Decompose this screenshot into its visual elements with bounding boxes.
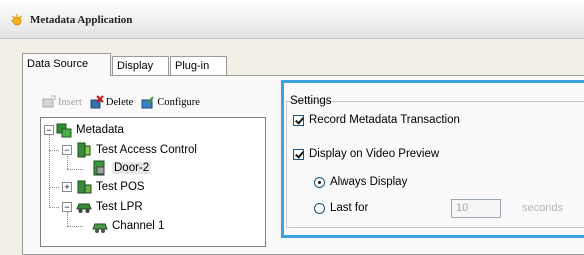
tree-node-label: Door-2 [112,162,152,174]
last-for-seconds-input[interactable]: 10 [451,199,501,218]
tree-node-test-lpr[interactable]: Test LPR [76,199,143,215]
checkbox-box[interactable] [293,114,304,126]
pos-icon [77,180,92,194]
collapse-toggle[interactable]: − [62,202,72,212]
radio-button[interactable] [314,176,325,188]
delete-button[interactable]: Delete [90,93,133,111]
tree-connector [49,134,50,208]
collapse-toggle[interactable]: − [62,145,72,155]
tree-toolbar: Insert Delete Configure [42,93,200,111]
tree-connector [67,169,83,170]
tree-node-label: Test LPR [96,201,143,213]
last-for-radio[interactable]: Last for [314,202,368,214]
tree-node-metadata[interactable]: Metadata [56,122,124,138]
tree-node-label: Channel 1 [112,220,165,232]
checkbox-box[interactable] [293,148,304,160]
tree-connector [67,226,83,227]
display-preview-label: Display on Video Preview [309,148,440,160]
lpr-icon [76,203,92,213]
tree-node-label: Test Access Control [96,144,197,156]
record-metadata-label: Record Metadata Transaction [309,114,460,126]
delete-icon [90,95,104,109]
window-title: Metadata Application [30,14,133,26]
door-icon [93,160,105,176]
tree-node-channel-1[interactable]: Channel 1 [92,218,164,234]
radio-button[interactable] [314,202,325,214]
channel-icon [92,223,108,233]
tab-data-source[interactable]: Data Source [22,53,111,76]
insert-button[interactable]: Insert [42,93,82,111]
configure-label: Configure [157,96,200,108]
expand-toggle[interactable]: + [62,182,72,192]
display-preview-checkbox[interactable]: Display on Video Preview [293,148,439,160]
tree-node-label: Metadata [76,124,124,136]
collapse-toggle[interactable]: − [44,125,54,135]
tab-plug-in[interactable]: Plug-in [170,56,227,75]
tree-node-test-pos[interactable]: Test POS [76,179,145,195]
tree-connector [67,212,68,226]
tab-display[interactable]: Display [112,56,169,75]
tree-connector [49,187,59,188]
tree-node-label: Test POS [96,181,145,193]
record-metadata-checkbox[interactable]: Record Metadata Transaction [293,114,460,126]
seconds-unit-label: seconds [522,202,563,214]
insert-icon [42,95,56,108]
metadata-icon [56,123,72,138]
tree-node-access-control[interactable]: Test Access Control [76,142,197,158]
tree-node-door-2[interactable]: Door-2 [92,160,152,176]
title-bar: Metadata Application [0,0,584,39]
insert-label: Insert [58,96,82,108]
configure-button[interactable]: Configure [141,93,200,111]
sun-app-icon [11,14,23,26]
access-control-icon [77,142,91,158]
last-for-label: Last for [330,202,369,214]
tree-connector [49,150,59,151]
tree-connector [49,207,59,208]
always-display-label: Always Display [330,176,408,188]
always-display-radio[interactable]: Always Display [314,176,407,188]
delete-label: Delete [105,96,134,108]
configure-icon [141,96,155,109]
tree-connector [67,153,68,169]
settings-group-label: Settings [290,95,332,107]
